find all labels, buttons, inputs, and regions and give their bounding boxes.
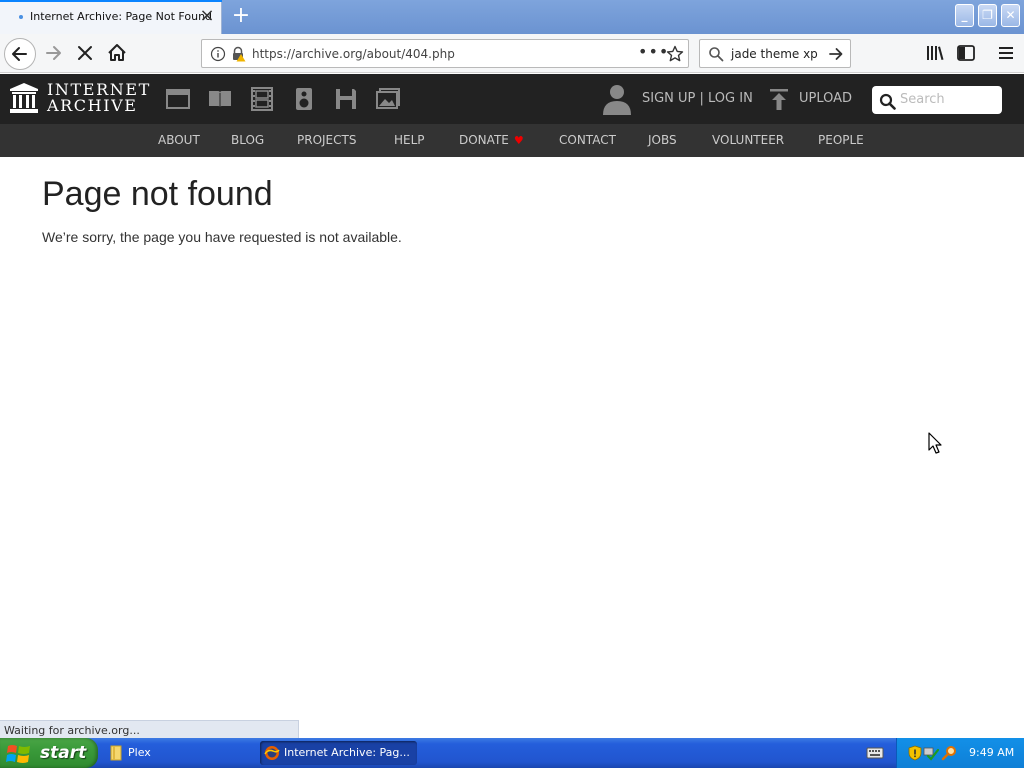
site-logo-text[interactable]: INTERNET ARCHIVE [47, 82, 151, 114]
nav-about[interactable]: ABOUT [158, 133, 200, 147]
nav-blog[interactable]: BLOG [231, 133, 264, 147]
address-bar[interactable]: https://archive.org/about/404.php ••• [201, 39, 689, 68]
logo-line-2: ARCHIVE [47, 96, 138, 115]
browser-search-box[interactable]: jade theme xp [699, 39, 851, 68]
heart-icon: ♥ [513, 134, 524, 147]
upload-link[interactable]: UPLOAD [799, 91, 852, 106]
folder-icon [110, 745, 122, 761]
close-window-button[interactable]: ✕ [1001, 4, 1020, 27]
minimize-button[interactable]: _ [955, 4, 974, 27]
tab-strip: Internet Archive: Page Not Found × + _ ❐… [0, 0, 1024, 34]
info-icon[interactable] [210, 46, 226, 62]
tab-close-button[interactable]: × [198, 7, 216, 25]
taskbar-item-label: Plex [128, 746, 151, 759]
taskbar-item-label: Internet Archive: Pag... [284, 746, 410, 759]
page-actions-button[interactable]: ••• [638, 42, 669, 61]
clock: 9:49 AM [969, 746, 1015, 759]
mouse-cursor-icon [928, 432, 942, 454]
taskbar: start Plex Internet Archive: Pag... 9:49… [0, 738, 1024, 768]
library-icon[interactable] [925, 43, 945, 63]
stop-button[interactable] [71, 39, 99, 67]
hamburger-menu-icon[interactable] [996, 43, 1016, 63]
security-shield-icon[interactable] [907, 745, 923, 761]
navigation-toolbar: https://archive.org/about/404.php ••• ja… [0, 34, 1024, 73]
forward-button[interactable] [40, 39, 68, 67]
forward-arrow-icon [46, 46, 61, 60]
images-icon[interactable] [375, 86, 401, 112]
error-message: We’re sorry, the page you have requested… [42, 229, 402, 245]
site-search-box[interactable]: Search [872, 86, 1002, 114]
nav-donate[interactable]: DONATE ♥ [459, 133, 524, 147]
tab-title: Internet Archive: Page Not Found [30, 10, 213, 23]
nav-help[interactable]: HELP [394, 133, 425, 147]
nav-people[interactable]: PEOPLE [818, 133, 864, 147]
home-button[interactable] [103, 39, 131, 67]
nav-donate-label: DONATE [459, 133, 509, 147]
back-button[interactable] [4, 38, 36, 70]
page-title: Page not found [42, 175, 273, 213]
lock-warning-icon[interactable] [230, 46, 246, 62]
nav-contact[interactable]: CONTACT [559, 133, 616, 147]
tab-active[interactable]: Internet Archive: Page Not Found × [0, 0, 222, 34]
browser-icon [264, 746, 280, 760]
status-bar: Waiting for archive.org... [0, 720, 299, 738]
site-search-input[interactable]: Search [900, 92, 945, 107]
search-key-icon[interactable] [941, 745, 957, 761]
signup-login-link[interactable]: SIGN UP | LOG IN [642, 91, 753, 106]
texts-icon[interactable] [207, 86, 233, 112]
taskbar-item-plex[interactable]: Plex [104, 741, 254, 765]
user-avatar-icon[interactable] [602, 83, 632, 115]
keyboard-icon[interactable] [866, 746, 884, 760]
start-label: start [40, 743, 87, 763]
system-tray: 9:49 AM [896, 738, 1024, 768]
nav-volunteer[interactable]: VOLUNTEER [712, 133, 784, 147]
search-icon [879, 93, 896, 110]
bookmark-star-icon[interactable] [666, 45, 684, 63]
site-header: INTERNET ARCHIVE SIGN UP | LOG IN UPLOAD [0, 74, 1024, 124]
web-icon[interactable] [165, 86, 191, 112]
taskbar-item-internet-archive[interactable]: Internet Archive: Pag... [260, 741, 417, 765]
search-icon [709, 47, 724, 62]
maximize-button[interactable]: ❐ [978, 4, 997, 27]
audio-speaker-icon[interactable] [291, 86, 317, 112]
nav-jobs[interactable]: JOBS [648, 133, 677, 147]
software-floppy-icon[interactable] [333, 86, 359, 112]
sidebar-icon[interactable] [956, 43, 976, 63]
back-arrow-icon [12, 47, 27, 61]
nav-projects[interactable]: PROJECTS [297, 133, 356, 147]
network-check-icon[interactable] [923, 745, 939, 761]
search-go-arrow-icon[interactable] [827, 45, 845, 63]
status-text: Waiting for archive.org... [4, 724, 140, 737]
stop-icon [78, 46, 92, 60]
start-button[interactable]: start [0, 738, 98, 768]
home-icon [108, 44, 126, 61]
search-input[interactable]: jade theme xp [731, 47, 818, 61]
new-tab-button[interactable]: + [229, 4, 253, 28]
video-icon[interactable] [249, 86, 275, 112]
upload-icon[interactable] [768, 87, 790, 111]
archive-building-icon[interactable] [10, 83, 38, 113]
windows-flag-icon [6, 745, 30, 763]
tab-accent [0, 0, 222, 2]
secondary-nav: ABOUT BLOG PROJECTS HELP DONATE ♥ CONTACT… [0, 124, 1024, 157]
url-text: https://archive.org/about/404.php [252, 47, 455, 61]
loading-indicator [19, 15, 23, 19]
